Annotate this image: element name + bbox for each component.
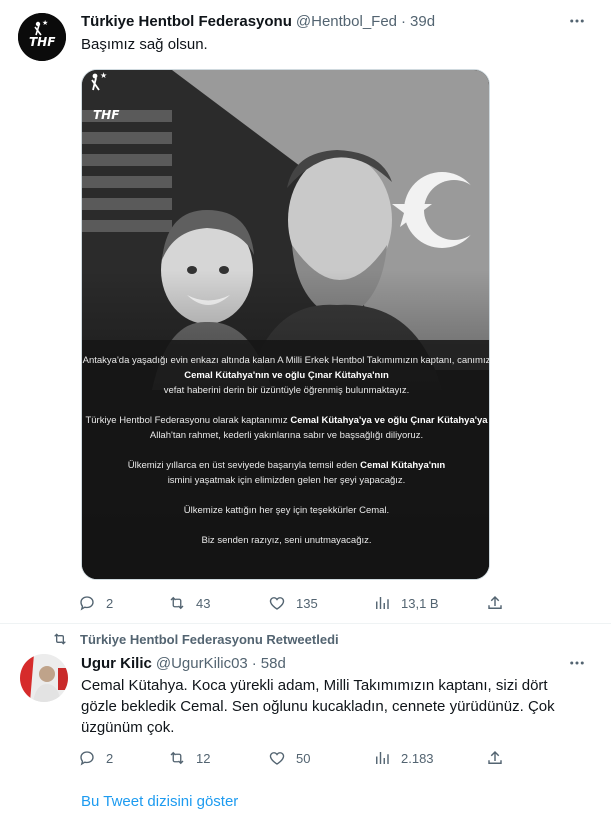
reply-button[interactable]: 2	[78, 593, 113, 613]
tweet-media-image[interactable]: ★ THF Antakya'da yaşadığı evin enkazı al…	[81, 69, 490, 580]
reply-icon	[80, 751, 94, 766]
share-icon	[488, 595, 502, 609]
caption-paragraph-1: Antakya'da yaşadığı evin enkazı altında …	[82, 355, 490, 396]
author-name[interactable]: Ugur Kilic	[81, 655, 152, 672]
views-count: 13,1 B	[401, 595, 439, 611]
retweet-icon	[170, 751, 184, 765]
separator-dot: ·	[251, 654, 257, 672]
tweet-text: Başımız sağ olsun.	[81, 36, 208, 53]
share-icon	[488, 750, 502, 764]
views-count: 2.183	[401, 750, 434, 766]
retweeted-by-banner[interactable]: Türkiye Hentbol Federasyonu Retweetledi	[52, 630, 339, 648]
views-button[interactable]: 2.183	[373, 748, 434, 768]
like-count: 50	[296, 750, 311, 766]
thf-watermark-icon: ★	[91, 71, 107, 91]
svg-text:THF: THF	[29, 35, 56, 49]
federation-avatar[interactable]: ★ THF	[18, 13, 66, 61]
reply-button[interactable]: 2	[78, 748, 113, 768]
more-dots-icon	[570, 19, 584, 23]
tweet-time[interactable]: 58d	[261, 655, 286, 672]
more-options-button[interactable]	[565, 11, 589, 31]
author-handle[interactable]: @UgurKilic03	[156, 655, 248, 672]
retweet-button[interactable]: 12	[168, 748, 210, 768]
share-button[interactable]	[486, 748, 504, 768]
separator-dot: ·	[401, 12, 407, 30]
caption-paragraph-4: Ülkemize kattığın her şey için teşekkürl…	[183, 505, 390, 516]
views-button[interactable]: 13,1 B	[373, 593, 439, 613]
reply-count: 2	[106, 750, 114, 766]
caption-paragraph-5: Biz senden razıyız, seni unutmayacağız.	[201, 535, 372, 546]
retweet-button[interactable]: 43	[168, 593, 210, 613]
heart-icon	[269, 752, 285, 765]
like-button[interactable]: 50	[268, 748, 310, 768]
heart-icon	[269, 597, 285, 610]
more-options-button[interactable]	[565, 653, 589, 673]
svg-text:★: ★	[42, 19, 48, 27]
retweet-count: 43	[196, 595, 211, 611]
more-dots-icon	[570, 661, 584, 665]
author-handle[interactable]: @Hentbol_Fed	[296, 13, 397, 30]
tweet-header: Türkiye Hentbol Federasyonu @Hentbol_Fed…	[81, 11, 435, 31]
thf-logo-icon: ★ THF	[18, 13, 66, 61]
retweet-icon	[54, 633, 66, 645]
caption-paragraph-2: Türkiye Hentbol Federasyonu olarak kapta…	[85, 415, 488, 441]
memorial-caption: Antakya'da yaşadığı evin enkazı altında …	[82, 353, 490, 563]
show-thread-link[interactable]: Bu Tweet dizisini göster	[81, 793, 238, 810]
caption-paragraph-3: Ülkemizi yıllarca en üst seviyede başarı…	[127, 460, 446, 486]
retweet-count: 12	[196, 750, 211, 766]
views-chart-icon	[376, 597, 389, 609]
retweet-icon	[170, 596, 184, 610]
views-chart-icon	[376, 752, 389, 764]
user-avatar[interactable]	[20, 654, 68, 702]
tweet-actions: 2 12 50 2.183	[78, 748, 508, 768]
like-count: 135	[296, 595, 318, 611]
reply-count: 2	[106, 595, 114, 611]
thf-watermark-text: THF	[93, 108, 120, 122]
tweet-actions: 2 43 135 13,1 B	[78, 593, 508, 613]
retweet-banner-text: Türkiye Hentbol Federasyonu Retweetledi	[80, 631, 339, 647]
reply-icon	[80, 596, 94, 611]
author-name[interactable]: Türkiye Hentbol Federasyonu	[81, 13, 292, 30]
tweet-time[interactable]: 39d	[410, 13, 435, 30]
tweet-text: Cemal Kütahya. Koca yürekli adam, Milli …	[81, 677, 555, 736]
like-button[interactable]: 135	[268, 593, 318, 613]
tweet-header: Ugur Kilic @UgurKilic03 · 58d	[81, 653, 286, 673]
share-button[interactable]	[486, 593, 504, 613]
tweet-federation[interactable]: ★ THF Türkiye Hentbol Federasyonu @Hentb…	[0, 0, 611, 624]
avatar-photo	[20, 654, 68, 702]
svg-text:★: ★	[100, 71, 107, 80]
